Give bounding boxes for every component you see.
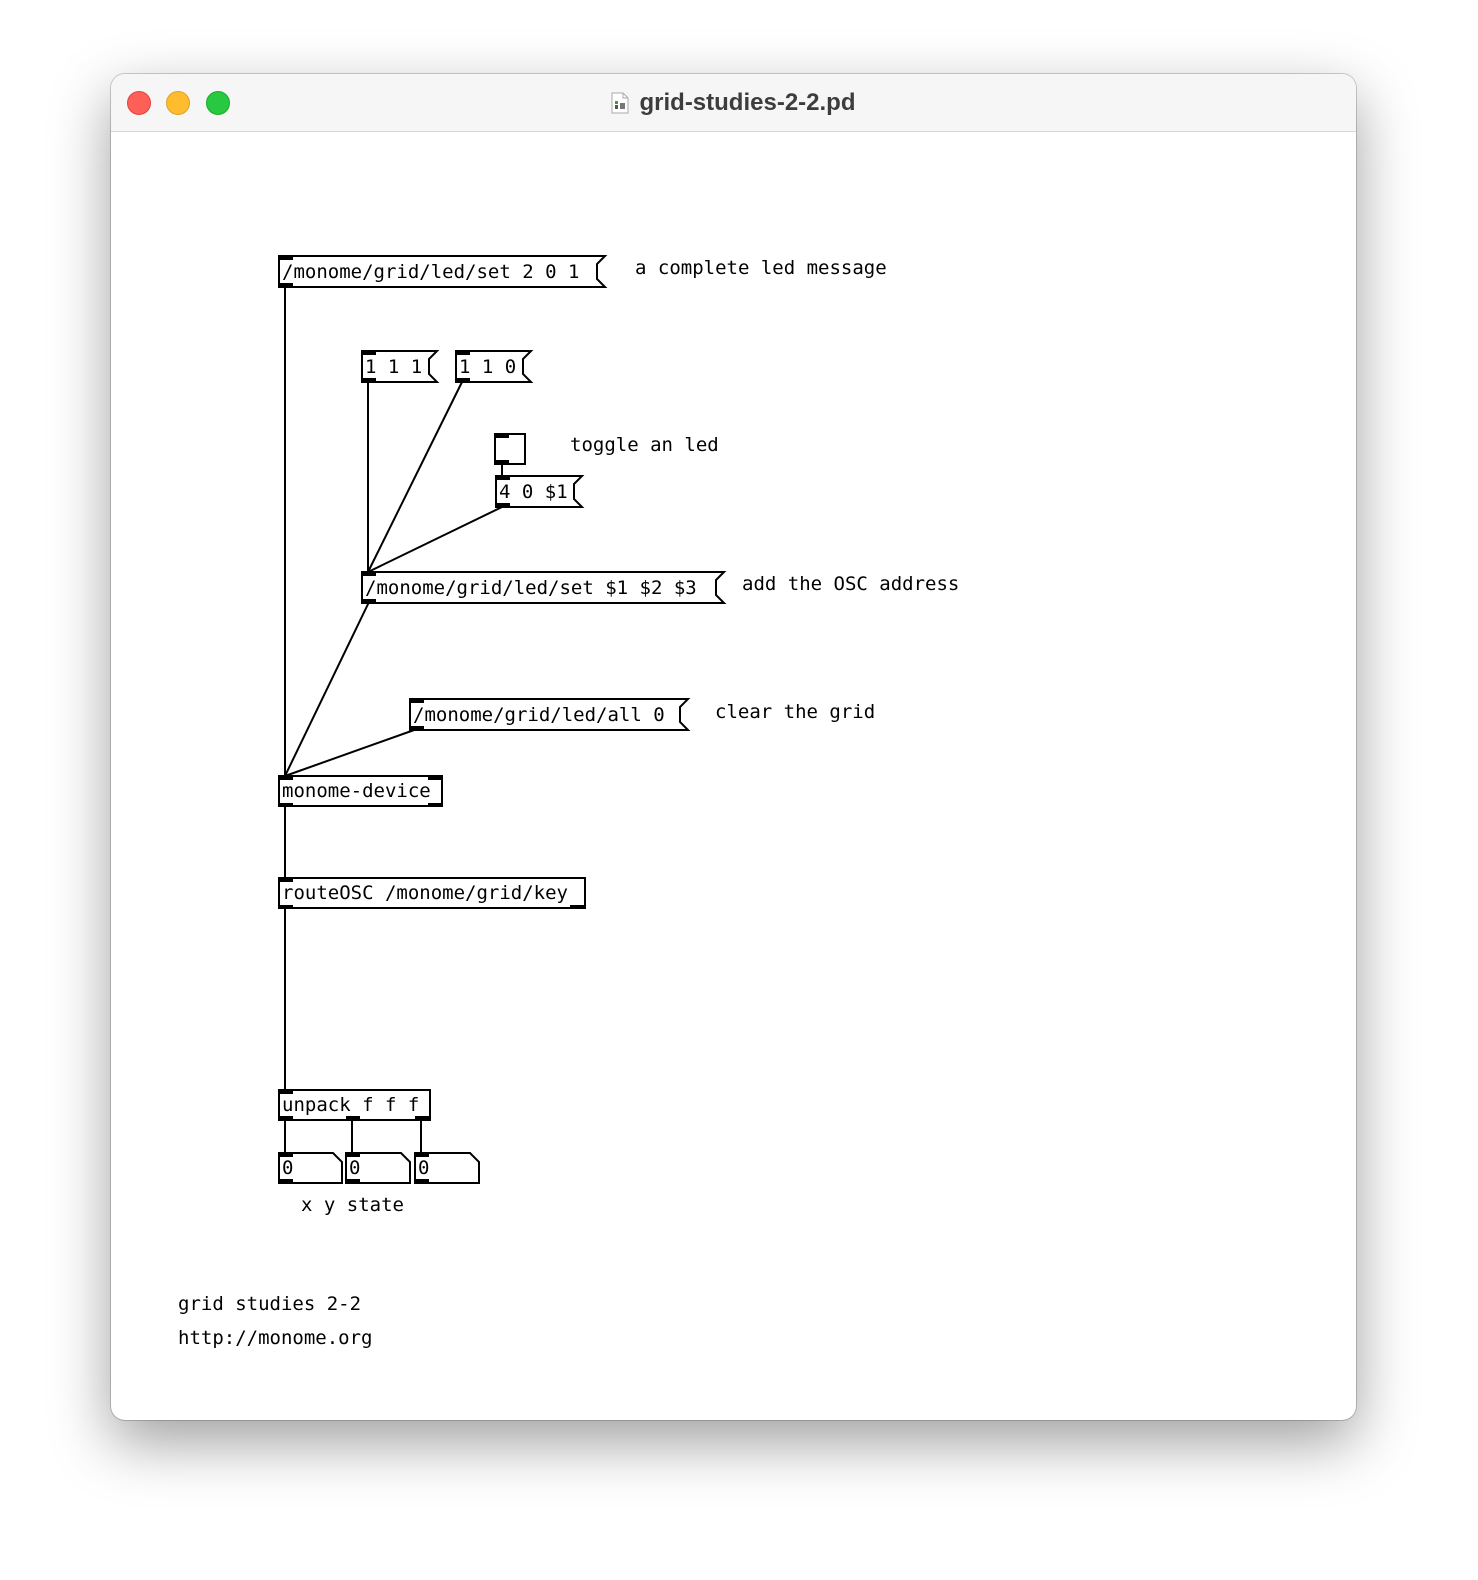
message-complete-led-set[interactable]: /monome/grid/led/set 2 0 1: [282, 257, 579, 287]
patch-canvas[interactable]: /monome/grid/led/set 2 0 1 a complete le…: [111, 132, 1356, 1420]
number-x[interactable]: 0: [282, 1153, 293, 1183]
comment-clear-grid: clear the grid: [715, 701, 876, 723]
inlet: [279, 1090, 293, 1094]
outlet: [279, 1116, 293, 1120]
object-route-osc[interactable]: routeOSC /monome/grid/key: [278, 877, 586, 909]
inlet: [279, 878, 293, 882]
inlet: [279, 776, 293, 780]
comment-grid-studies-title: grid studies 2-2: [178, 1293, 362, 1315]
inlet: [428, 776, 442, 780]
message-1-1-1[interactable]: 1 1 1: [365, 352, 422, 382]
number-y[interactable]: 0: [349, 1153, 360, 1183]
comment-add-osc: add the OSC address: [742, 573, 960, 595]
outlet: [570, 905, 584, 909]
window-title: grid-studies-2-2.pd: [639, 88, 856, 116]
outlet: [428, 803, 442, 807]
message-1-1-0[interactable]: 1 1 0: [459, 352, 516, 382]
document-icon: [611, 92, 629, 113]
toggle-led[interactable]: [495, 434, 525, 464]
message-4-0-dollar1[interactable]: 4 0 $1: [499, 477, 568, 507]
outlet: [279, 905, 293, 909]
comment-complete-led: a complete led message: [635, 257, 887, 279]
outlet: [346, 1116, 360, 1120]
title-bar[interactable]: grid-studies-2-2.pd: [111, 74, 1356, 132]
message-led-all[interactable]: /monome/grid/led/all 0: [413, 700, 665, 730]
outlet: [279, 803, 293, 807]
comment-monome-url: http://monome.org: [178, 1327, 373, 1349]
comment-toggle-led: toggle an led: [570, 434, 719, 456]
pd-patch-window: grid-studies-2-2.pd /monome/grid/led/set…: [111, 74, 1356, 1420]
outlet: [415, 1116, 429, 1120]
message-led-set-args[interactable]: /monome/grid/led/set $1 $2 $3: [365, 573, 697, 603]
comment-x-y-state: x y state: [301, 1194, 404, 1216]
object-monome-device[interactable]: monome-device: [278, 775, 443, 807]
number-state[interactable]: 0: [418, 1153, 429, 1183]
